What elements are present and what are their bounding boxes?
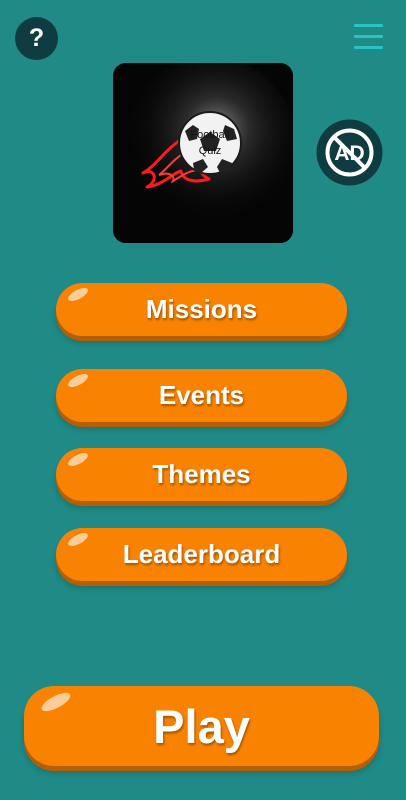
help-button[interactable]: ? — [15, 17, 58, 60]
game-logo: Football Quiz — [113, 63, 293, 243]
play-button[interactable]: Play — [24, 686, 379, 766]
no-ads-icon: AD — [316, 119, 383, 186]
missions-label: Missions — [145, 294, 258, 324]
football-flame-icon: Football Quiz — [113, 63, 293, 243]
themes-label: Themes — [152, 459, 251, 489]
hamburger-menu-icon[interactable] — [354, 22, 383, 50]
question-mark-icon: ? — [28, 24, 45, 52]
leaderboard-button[interactable]: Leaderboard — [56, 528, 347, 581]
events-button[interactable]: Events — [56, 369, 347, 422]
logo-title-line2: Quiz — [199, 145, 222, 157]
themes-button[interactable]: Themes — [56, 448, 347, 501]
leaderboard-label: Leaderboard — [122, 539, 281, 569]
missions-button[interactable]: Missions — [56, 283, 347, 336]
remove-ads-button[interactable]: AD — [316, 119, 383, 186]
play-label: Play — [153, 699, 250, 753]
events-label: Events — [158, 380, 245, 410]
logo-title-line1: Football — [190, 129, 229, 141]
